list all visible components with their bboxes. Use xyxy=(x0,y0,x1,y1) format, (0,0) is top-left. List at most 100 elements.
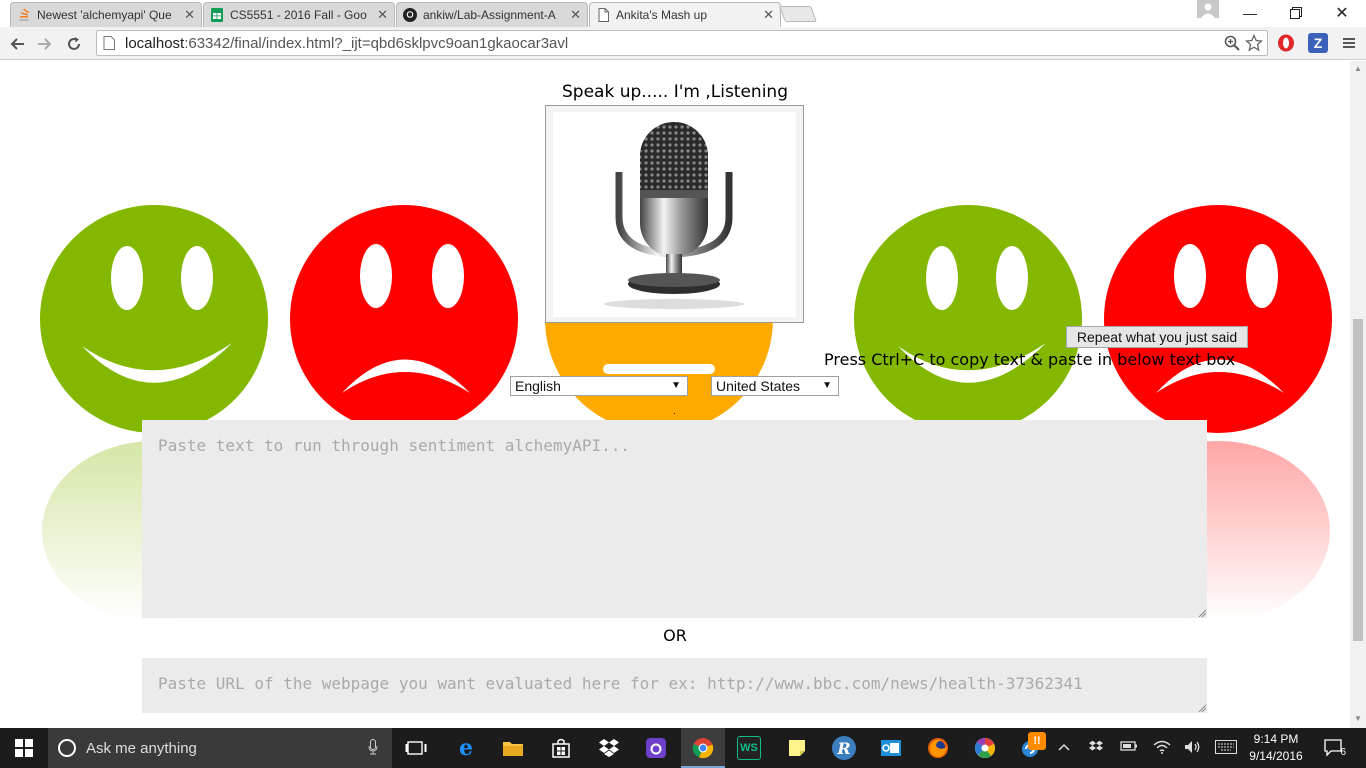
firefox-icon[interactable] xyxy=(926,736,950,760)
start-button[interactable] xyxy=(0,728,48,768)
language-select[interactable]: English ▼ xyxy=(510,376,688,396)
notification-count: 6 xyxy=(1340,747,1346,758)
close-window-button[interactable]: ✕ xyxy=(1319,0,1365,26)
windows-taskbar: Ask me anything e WS R !! 9:14 PM 9/14/2… xyxy=(0,728,1366,768)
url-host: localhost xyxy=(125,34,185,52)
notification-badge: !! xyxy=(1028,732,1046,750)
page-viewport: Speak up..... I'm ,Listening Repeat what… xyxy=(0,61,1350,728)
clock-time: 9:14 PM xyxy=(1253,732,1299,746)
picasa-icon[interactable] xyxy=(973,736,997,760)
language-select-value: English xyxy=(515,378,561,394)
url-input-placeholder: Paste URL of the webpage you want evalua… xyxy=(158,674,1083,693)
close-icon[interactable]: ✕ xyxy=(570,7,581,23)
restore-icon xyxy=(1290,7,1302,19)
url-path: :63342/final/index.html?_ijt=qbd6sklpvc9… xyxy=(184,34,569,52)
page-icon xyxy=(103,36,117,50)
r-studio-icon[interactable]: R xyxy=(832,736,856,760)
page-heading: Speak up..... I'm ,Listening xyxy=(562,82,788,102)
battery-icon[interactable] xyxy=(1120,740,1138,755)
tab-mash-up[interactable]: Ankita's Mash up ✕ xyxy=(589,2,781,27)
url-input[interactable]: Paste URL of the webpage you want evalua… xyxy=(142,658,1207,713)
page-scrollbar[interactable]: ▲ ▼ xyxy=(1350,61,1366,728)
sheets-icon xyxy=(210,8,224,22)
tab-github[interactable]: ankiw/Lab-Assignment-A ✕ xyxy=(396,2,588,27)
tab-label: Newest 'alchemyapi' Que xyxy=(37,8,172,22)
windows-logo-icon xyxy=(15,739,33,757)
zotero-extension-icon[interactable]: Z xyxy=(1308,33,1328,53)
cortana-icon xyxy=(58,739,76,757)
wifi-icon[interactable] xyxy=(1153,740,1171,757)
keyboard-icon[interactable] xyxy=(1215,740,1237,757)
microphone-icon xyxy=(604,122,744,309)
dropbox-tray-icon[interactable] xyxy=(1088,740,1104,757)
restore-button[interactable] xyxy=(1273,0,1319,26)
browser-toolbar: localhost:63342/final/index.html?_ijt=qb… xyxy=(0,27,1366,60)
copy-instruction-text: Press Ctrl+C to copy text & paste in bel… xyxy=(824,350,1236,369)
reload-icon xyxy=(68,37,80,50)
text-input-placeholder: Paste text to run through sentiment alch… xyxy=(158,436,631,455)
new-tab-button[interactable] xyxy=(779,6,817,22)
edge-browser-icon[interactable]: e xyxy=(454,735,478,761)
zoom-icon[interactable] xyxy=(1221,32,1243,54)
github-desktop-icon[interactable] xyxy=(644,736,668,760)
minimize-button[interactable]: — xyxy=(1227,0,1273,26)
microphone-icon[interactable] xyxy=(368,739,378,758)
back-arrow-icon xyxy=(10,38,24,50)
github-icon xyxy=(403,8,417,22)
resize-handle-icon[interactable] xyxy=(1198,704,1206,712)
happy-face-icon xyxy=(40,205,268,433)
dropbox-icon[interactable] xyxy=(597,736,621,760)
resize-handle-icon[interactable] xyxy=(1198,609,1206,617)
reload-button[interactable] xyxy=(62,32,86,56)
sad-face-icon xyxy=(290,205,518,433)
address-bar[interactable]: localhost:63342/final/index.html?_ijt=qb… xyxy=(96,30,1268,56)
tab-label: Ankita's Mash up xyxy=(616,8,708,22)
task-view-icon[interactable] xyxy=(404,736,428,760)
forward-button[interactable] xyxy=(33,32,57,56)
store-icon[interactable] xyxy=(549,736,573,760)
tab-label: ankiw/Lab-Assignment-A xyxy=(423,8,556,22)
sticky-notes-icon[interactable] xyxy=(785,736,809,760)
file-explorer-icon[interactable] xyxy=(501,736,525,760)
close-icon[interactable]: ✕ xyxy=(184,7,195,23)
microphone-button[interactable] xyxy=(545,105,804,323)
action-center-button[interactable]: 6 xyxy=(1320,736,1348,760)
or-separator: OR xyxy=(663,626,687,645)
stackoverflow-icon xyxy=(17,8,31,22)
bookmark-star-icon[interactable] xyxy=(1243,32,1265,54)
forward-arrow-icon xyxy=(38,38,52,50)
menu-icon[interactable] xyxy=(1338,32,1360,54)
dropdown-arrow-icon: ▼ xyxy=(671,380,681,391)
clock-date: 9/14/2016 xyxy=(1249,749,1303,763)
opera-extension-icon[interactable] xyxy=(1276,33,1296,53)
show-hidden-icons-chevron-icon[interactable] xyxy=(1058,740,1070,755)
country-select[interactable]: United States ▼ xyxy=(711,376,839,396)
sad-face-icon xyxy=(1104,205,1332,433)
sentiment-text-input[interactable]: Paste text to run through sentiment alch… xyxy=(142,420,1207,618)
country-select-value: United States xyxy=(716,378,801,394)
close-icon[interactable]: ✕ xyxy=(763,7,774,23)
system-clock[interactable]: 9:14 PM 9/14/2016 xyxy=(1245,731,1307,765)
repeat-speech-button[interactable]: Repeat what you just said xyxy=(1066,326,1248,348)
search-placeholder: Ask me anything xyxy=(86,739,197,757)
cortana-search-box[interactable]: Ask me anything xyxy=(48,728,392,768)
scroll-thumb[interactable] xyxy=(1353,319,1363,641)
microphone-image xyxy=(553,112,796,317)
back-button[interactable] xyxy=(5,32,29,56)
scroll-down-arrow-icon[interactable]: ▼ xyxy=(1354,714,1362,723)
chrome-icon[interactable] xyxy=(691,736,715,760)
outlook-icon[interactable] xyxy=(879,736,903,760)
tab-label: CS5551 - 2016 Fall - Goo xyxy=(230,8,367,22)
webstorm-icon[interactable]: WS xyxy=(737,736,761,760)
happy-face-icon xyxy=(854,205,1082,433)
volume-icon[interactable] xyxy=(1184,740,1202,757)
tab-stackoverflow[interactable]: Newest 'alchemyapi' Que ✕ xyxy=(10,2,202,27)
interim-transcript: . xyxy=(673,406,676,417)
browser-tab-strip: Newest 'alchemyapi' Que ✕ CS5551 - 2016 … xyxy=(0,0,1366,27)
dropdown-arrow-icon: ▼ xyxy=(822,380,832,391)
tab-google-sheets[interactable]: CS5551 - 2016 Fall - Goo ✕ xyxy=(203,2,395,27)
close-icon[interactable]: ✕ xyxy=(377,7,388,23)
profile-icon[interactable] xyxy=(1197,0,1219,18)
scroll-up-arrow-icon[interactable]: ▲ xyxy=(1354,64,1362,73)
page-icon xyxy=(596,8,610,22)
